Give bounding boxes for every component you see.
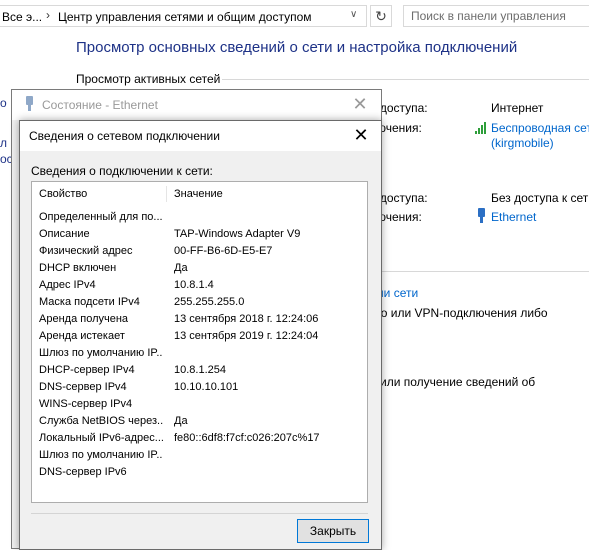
property-cell: Адрес IPv4 [39, 279, 96, 291]
value-cell: 10.8.1.254 [174, 364, 226, 376]
property-cell: DNS-сервер IPv6 [39, 466, 127, 478]
active-networks-heading: Просмотр активных сетей [76, 72, 221, 86]
close-icon[interactable]: ✕ [349, 93, 371, 115]
breadcrumb-separator-icon: › [46, 8, 50, 22]
property-cell: Физический адрес [39, 245, 133, 257]
ethernet-icon [478, 208, 485, 223]
connection-details-dialog: Сведения о сетевом подключении ✕ Сведени… [19, 120, 382, 550]
property-cell: Аренда получена [39, 313, 129, 325]
ethernet-connection-link[interactable]: Ethernet [491, 210, 536, 224]
property-cell: Аренда истекает [39, 330, 125, 342]
left-fragment[interactable]: л [0, 136, 7, 150]
list-item[interactable]: DNS-сервер IPv6 [32, 464, 367, 481]
column-header-value[interactable]: Значение [174, 188, 223, 200]
value-cell: 00-FF-B6-6D-E5-E7 [174, 245, 273, 257]
property-cell: DHCP включен [39, 262, 117, 274]
close-icon[interactable]: ✕ [350, 124, 372, 146]
dialog-titlebar[interactable]: Сведения о сетевом подключении ✕ [20, 121, 381, 151]
value-cell: 13 сентября 2019 г. 12:24:04 [174, 330, 319, 342]
list-header: Свойство Значение [32, 182, 367, 206]
value-cell: TAP-Windows Adapter V9 [174, 228, 301, 240]
refresh-icon[interactable]: ↻ [370, 5, 392, 27]
property-cell: WINS-сервер IPv4 [39, 398, 133, 410]
list-item[interactable]: Аренда истекает 13 сентября 2019 г. 12:24… [32, 328, 367, 345]
value-cell: fe80::6df8:f7cf:c026:207c%17 [174, 432, 320, 444]
breadcrumb-item-network-center[interactable]: Центр управления сетями и общим доступом [58, 10, 312, 24]
details-list[interactable]: Свойство Значение Определенный для по...… [31, 181, 368, 503]
list-item[interactable]: Адрес IPv4 10.8.1.4 [32, 277, 367, 294]
search-input[interactable] [411, 7, 589, 25]
column-divider[interactable] [166, 186, 167, 202]
property-cell: DHCP-сервер IPv4 [39, 364, 135, 376]
access-type-value: Без доступа к сети [491, 191, 589, 205]
list-item[interactable]: Шлюз по умолчанию IP... [32, 345, 367, 362]
list-item[interactable]: Описание TAP-Windows Adapter V9 [32, 226, 367, 243]
list-item[interactable]: Аренда получена 13 сентября 2018 г. 12:24… [32, 311, 367, 328]
close-button[interactable]: Закрыть [297, 519, 369, 543]
property-cell: Маска подсети IPv4 [39, 296, 140, 308]
list-item[interactable]: DNS-сервер IPv4 10.10.10.101 [32, 379, 367, 396]
settings-description: ого или VPN-подключения либо [370, 306, 548, 320]
list-item[interactable]: DHCP-сервер IPv4 10.8.1.254 [32, 362, 367, 379]
details-caption: Сведения о подключении к сети: [31, 164, 213, 178]
list-item[interactable]: Маска подсети IPv4 255.255.255.0 [32, 294, 367, 311]
window-title: Состояние - Ethernet [42, 98, 158, 112]
property-cell: Локальный IPv6-адрес... [39, 432, 163, 444]
list-item[interactable]: DHCP включен Да [32, 260, 367, 277]
property-cell: Шлюз по умолчанию IP... [39, 449, 163, 461]
breadcrumb[interactable]: Все э... › Центр управления сетями и общ… [0, 5, 367, 27]
list-item[interactable]: Служба NetBIOS через... Да [32, 413, 367, 430]
access-type-value: Интернет [491, 101, 544, 115]
divider [222, 79, 589, 80]
value-cell: 13 сентября 2018 г. 12:24:06 [174, 313, 319, 325]
list-item[interactable]: Локальный IPv6-адрес... fe80::6df8:f7cf:c… [32, 430, 367, 447]
property-cell: Служба NetBIOS через... [39, 415, 163, 427]
value-cell: Да [174, 415, 188, 427]
wireless-connection-link[interactable]: Беспроводная сет [491, 121, 589, 135]
property-cell: Описание [39, 228, 90, 240]
page-title: Просмотр основных сведений о сети и наст… [76, 39, 518, 56]
window-titlebar[interactable]: Состояние - Ethernet ✕ [12, 90, 381, 120]
list-item[interactable]: WINS-сервер IPv4 [32, 396, 367, 413]
property-cell: DNS-сервер IPv4 [39, 381, 127, 393]
divider [370, 271, 589, 272]
list-item[interactable]: Физический адрес 00-FF-B6-6D-E5-E7 [32, 243, 367, 260]
address-bar: Все э... › Центр управления сетями и общ… [0, 0, 589, 32]
settings-description: о или получение сведений об [370, 375, 536, 389]
value-cell: 10.8.1.4 [174, 279, 214, 291]
wifi-signal-icon [475, 122, 486, 134]
search-box[interactable] [403, 5, 589, 27]
left-fragment[interactable]: о [0, 96, 7, 110]
chevron-down-icon[interactable]: ∨ [350, 9, 357, 20]
property-cell: Шлюз по умолчанию IP... [39, 347, 163, 359]
wireless-ssid-link[interactable]: (kirgmobile) [491, 136, 554, 150]
property-cell: Определенный для по... [39, 211, 163, 223]
list-item[interactable]: Определенный для по... [32, 209, 367, 226]
ethernet-icon [26, 96, 33, 111]
list-item[interactable]: Шлюз по умолчанию IP... [32, 447, 367, 464]
dialog-title: Сведения о сетевом подключении [29, 129, 220, 143]
value-cell: 255.255.255.0 [174, 296, 245, 308]
divider [31, 513, 368, 514]
value-cell: 10.10.10.101 [174, 381, 239, 393]
value-cell: Да [174, 262, 188, 274]
column-header-property[interactable]: Свойство [39, 188, 87, 200]
breadcrumb-item-all[interactable]: Все э... [2, 10, 42, 24]
